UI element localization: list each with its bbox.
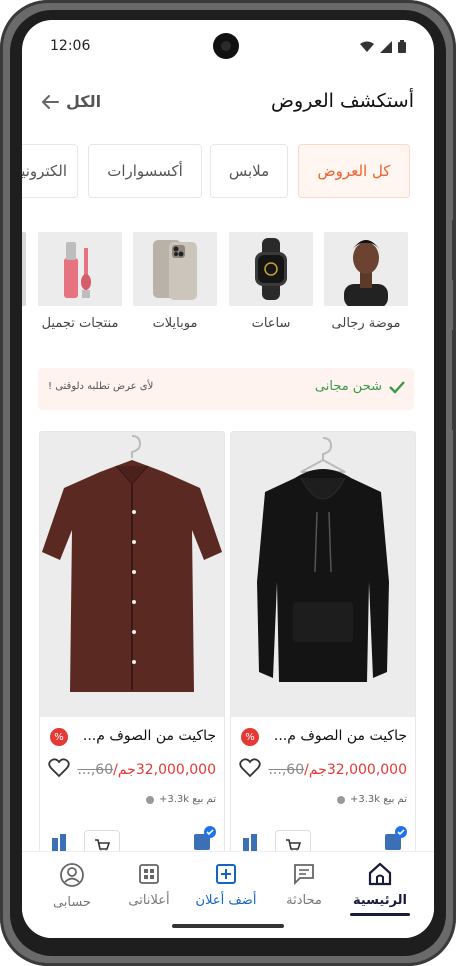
product-card[interactable]: جاكيت من الصوف م... % 32,000,000جم/60,..… bbox=[230, 431, 416, 863]
product-name: جاكيت من الصوف م... bbox=[273, 728, 407, 744]
tab-clothes[interactable]: ملابس bbox=[210, 144, 288, 198]
product-price: 32,000,000جم/60,... bbox=[268, 762, 407, 778]
status-time: 12:06 bbox=[50, 38, 91, 54]
category-beauty[interactable]: منتجات تجميل bbox=[38, 232, 122, 331]
favorite-button[interactable] bbox=[48, 758, 70, 782]
fire-icon bbox=[336, 795, 345, 804]
nav-account[interactable]: حسابى bbox=[36, 862, 108, 910]
status-icons bbox=[360, 40, 406, 53]
wifi-icon bbox=[360, 41, 374, 52]
category-partial[interactable] bbox=[22, 232, 26, 306]
category-image bbox=[38, 232, 122, 306]
category-image bbox=[133, 232, 217, 306]
fire-icon bbox=[145, 795, 154, 804]
category-image bbox=[324, 232, 408, 306]
active-indicator bbox=[350, 913, 410, 916]
chat-icon bbox=[294, 864, 314, 886]
current-price: 32,000,000جم/ bbox=[304, 762, 407, 778]
favorite-button[interactable] bbox=[239, 758, 261, 782]
verified-store-icon bbox=[194, 826, 216, 850]
product-image bbox=[231, 432, 415, 717]
nav-add-ad[interactable]: أضف أعلان bbox=[190, 862, 262, 908]
nav-home[interactable]: الرئيسية bbox=[344, 862, 416, 908]
category-mobiles[interactable]: موبايلات bbox=[133, 232, 217, 331]
category-image bbox=[229, 232, 313, 306]
home-icon bbox=[368, 862, 392, 886]
battery-icon bbox=[398, 40, 406, 53]
side-button bbox=[452, 220, 456, 280]
nav-my-ads-label: أعلاناتى bbox=[128, 893, 170, 908]
heart-icon bbox=[48, 758, 70, 778]
nav-my-ads[interactable]: أعلاناتى bbox=[113, 862, 185, 908]
signal-icon bbox=[380, 40, 392, 53]
product-image bbox=[40, 432, 224, 717]
tab-accessories[interactable]: أكسسوارات bbox=[88, 144, 202, 198]
page-title: أستكشف العروض bbox=[271, 90, 414, 112]
discount-badge: % bbox=[241, 728, 259, 746]
product-name: جاكيت من الصوف م... bbox=[82, 728, 216, 744]
discount-badge: % bbox=[50, 728, 68, 746]
nav-chat-label: محادثة bbox=[286, 893, 322, 908]
category-label: موبايلات bbox=[152, 316, 198, 331]
product-card[interactable]: جاكيت من الصوف م... % 32,000,000جم/60,..… bbox=[39, 431, 225, 863]
banner-note: لأى عرض تطلبه دلوقتى ! bbox=[48, 381, 154, 392]
sold-text: تم بيع 3.3k+ bbox=[349, 794, 407, 805]
add-square-icon bbox=[216, 864, 236, 884]
nav-account-label: حسابى bbox=[52, 895, 92, 910]
volume-button bbox=[452, 330, 456, 430]
sold-count: تم بيع 3.3k+ bbox=[336, 794, 407, 805]
arrow-left-icon bbox=[41, 94, 59, 109]
screen: 12:06 أستكشف العروض الكل كل العروض ملابس… bbox=[22, 20, 434, 938]
check-icon bbox=[389, 380, 405, 394]
gesture-bar bbox=[172, 924, 284, 928]
category-men-fashion[interactable]: موضة رجالى bbox=[324, 232, 408, 331]
nav-add-label: أضف أعلان bbox=[195, 893, 257, 908]
shipping-text: شحن مجانى bbox=[314, 379, 382, 394]
page-header: أستكشف العروض الكل bbox=[22, 86, 434, 126]
tab-electronics[interactable]: الكترونيات bbox=[22, 144, 78, 198]
category-label: ساعات bbox=[251, 316, 291, 331]
category-row: موضة رجالى ساعات موبايلات منتجات تجميل bbox=[22, 232, 434, 342]
tab-all-offers[interactable]: كل العروض bbox=[298, 144, 410, 198]
current-price: 32,000,000جم/ bbox=[113, 762, 216, 778]
sold-text: تم بيع 3.3k+ bbox=[158, 794, 216, 805]
filter-tabs: كل العروض ملابس أكسسوارات الكترونيات bbox=[22, 144, 434, 200]
category-image bbox=[22, 232, 26, 306]
old-price: 60,... bbox=[268, 762, 305, 778]
product-price: 32,000,000جم/60,... bbox=[77, 762, 216, 778]
front-camera bbox=[213, 33, 239, 59]
old-price: 60,... bbox=[77, 762, 114, 778]
see-all-link[interactable]: الكل bbox=[40, 92, 101, 111]
user-circle-icon bbox=[60, 863, 84, 887]
category-label: منتجات تجميل bbox=[41, 316, 119, 331]
nav-home-label: الرئيسية bbox=[352, 893, 408, 908]
shipping-info: شحن مجانى bbox=[315, 379, 406, 394]
see-all-label: الكل bbox=[66, 92, 102, 111]
free-shipping-banner: شحن مجانى لأى عرض تطلبه دلوقتى ! bbox=[38, 368, 414, 410]
sold-count: تم بيع 3.3k+ bbox=[145, 794, 216, 805]
nav-chat[interactable]: محادثة bbox=[268, 862, 340, 908]
category-label: موضة رجالى bbox=[331, 316, 401, 331]
verified-store-icon bbox=[385, 826, 407, 850]
grid-icon bbox=[139, 864, 159, 884]
bottom-navigation: الرئيسية محادثة أضف أعلان أعلاناتى حسابى bbox=[22, 851, 434, 938]
heart-icon bbox=[239, 758, 261, 778]
status-bar: 12:06 bbox=[22, 20, 434, 72]
category-watches[interactable]: ساعات bbox=[229, 232, 313, 331]
